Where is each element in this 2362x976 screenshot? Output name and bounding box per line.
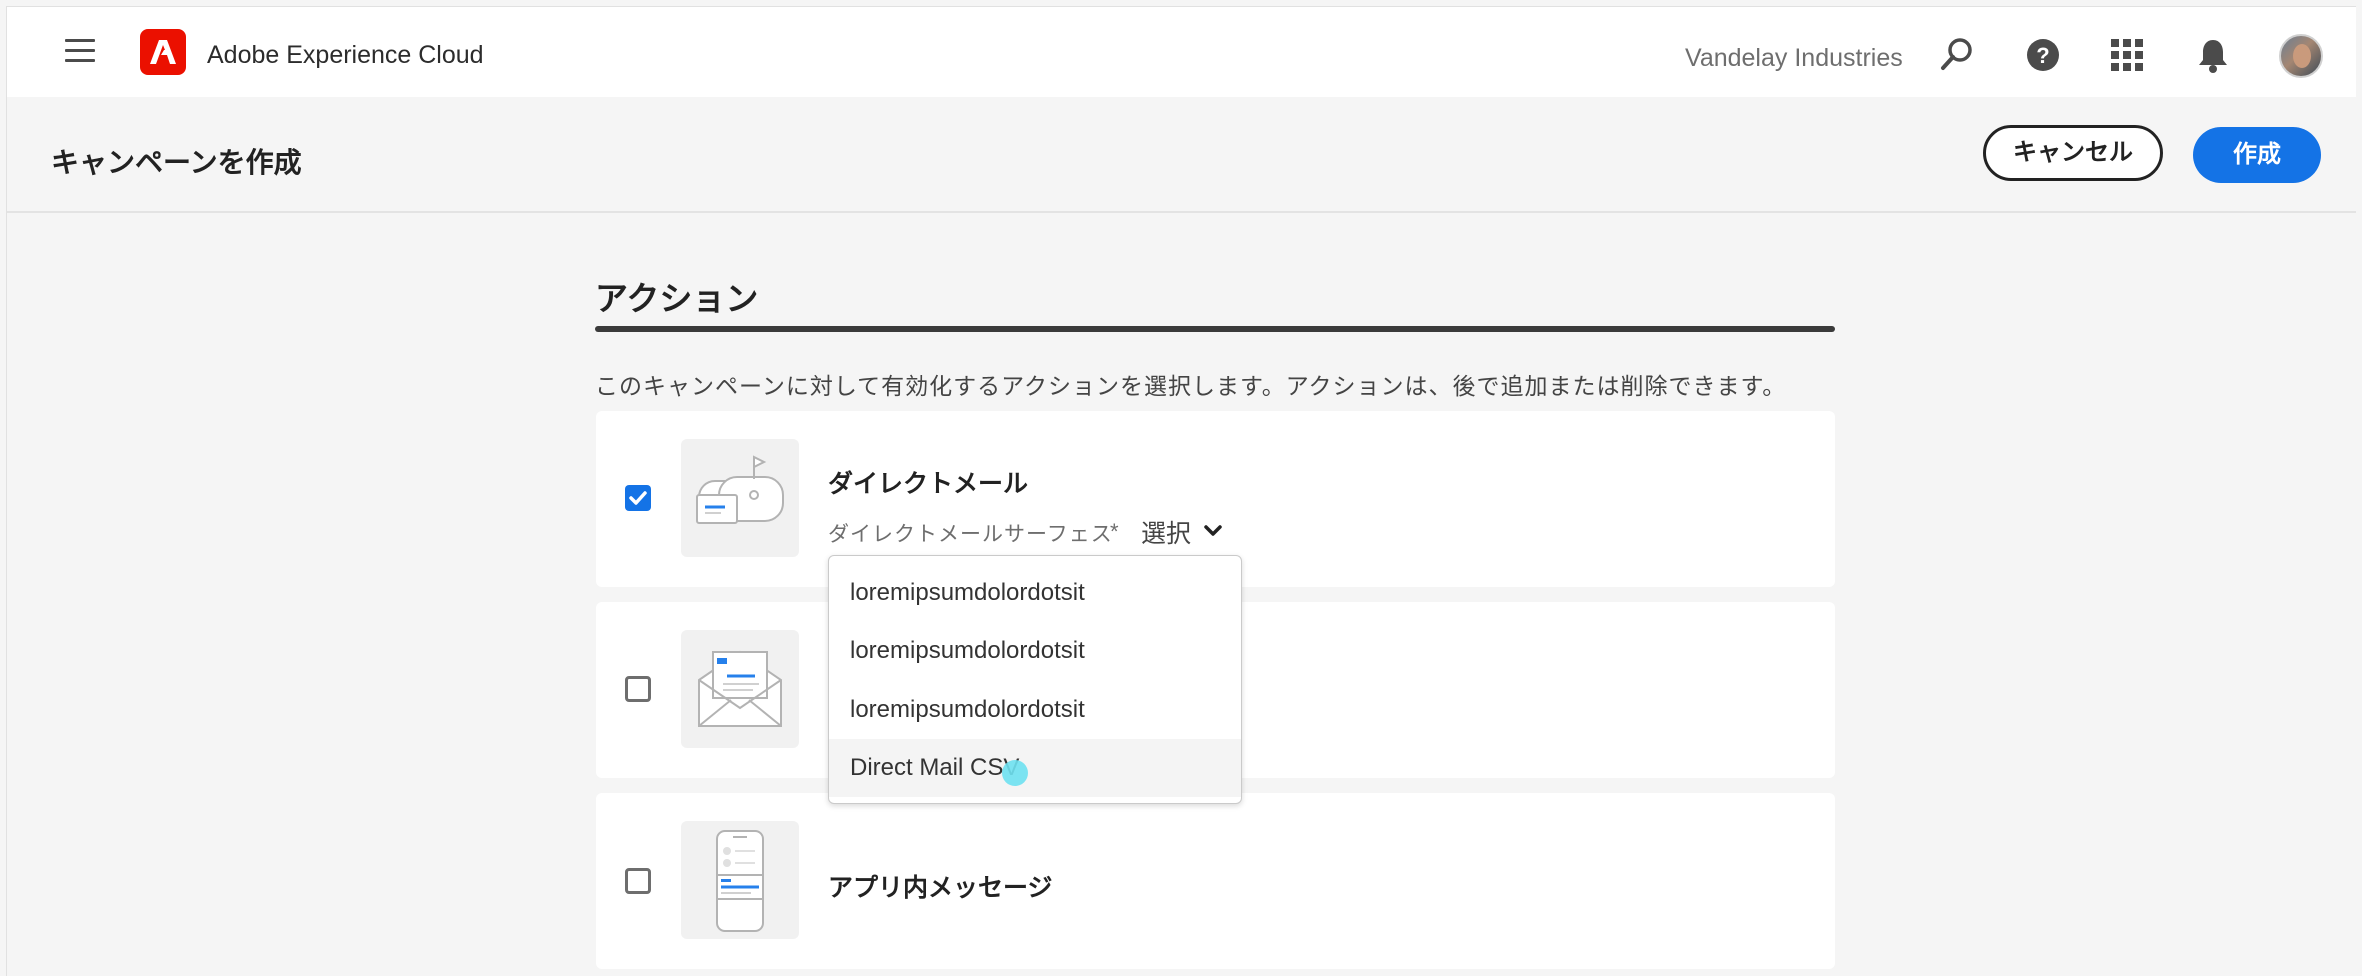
required-marker: *: [1110, 519, 1119, 544]
dropdown-option[interactable]: loremipsumdolordotsit: [829, 564, 1241, 622]
avatar[interactable]: [2279, 34, 2323, 78]
notification-bell-icon[interactable]: [2193, 35, 2233, 75]
cancel-button[interactable]: キャンセル: [1983, 125, 2163, 181]
search-icon[interactable]: [1937, 35, 1977, 75]
action-card-in-app: アプリ内メッセージ: [596, 793, 1835, 969]
in-app-title: アプリ内メッセージ: [828, 874, 1053, 902]
help-icon[interactable]: ?: [2023, 35, 2063, 75]
email-envelope-icon: [681, 630, 799, 748]
mobile-in-app-icon: [681, 821, 799, 939]
dropdown-option[interactable]: loremipsumdolordotsit: [829, 622, 1241, 680]
avatar-face: [2293, 44, 2311, 68]
top-navigation-bar: Adobe Experience Cloud Vandelay Industri…: [7, 7, 2356, 98]
email-checkbox[interactable]: [625, 676, 651, 702]
chevron-down-icon[interactable]: [1203, 521, 1223, 546]
svg-text:?: ?: [2036, 43, 2049, 68]
mailbox-icon: [681, 439, 799, 557]
dropdown-option[interactable]: loremipsumdolordotsit: [829, 681, 1241, 739]
direct-mail-checkbox[interactable]: [625, 485, 651, 511]
section-title: アクション: [595, 280, 759, 317]
surface-dropdown-menu: loremipsumdolordotsit loremipsumdolordot…: [828, 555, 1242, 804]
direct-mail-surface-select[interactable]: 選択: [1141, 514, 1191, 550]
create-button[interactable]: 作成: [2193, 127, 2321, 183]
direct-mail-surface-label: ダイレクトメールサーフェス: [828, 523, 1113, 546]
page-title: キャンペーンを作成: [51, 147, 302, 178]
dropdown-option-direct-mail-csv[interactable]: Direct Mail CSV: [829, 739, 1241, 797]
direct-mail-title: ダイレクトメール: [828, 470, 1029, 498]
section-divider: [595, 326, 1835, 332]
menu-icon[interactable]: [65, 39, 95, 63]
in-app-checkbox[interactable]: [625, 868, 651, 894]
org-switcher[interactable]: Vandelay Industries: [1685, 44, 1903, 73]
product-name[interactable]: Adobe Experience Cloud: [207, 41, 484, 70]
pointer-cursor: [1002, 760, 1028, 786]
section-description: このキャンペーンに対して有効化するアクションを選択します。アクションは、後で追加…: [595, 373, 1787, 399]
page-header: キャンペーンを作成 キャンセル 作成: [7, 97, 2356, 213]
adobe-logo[interactable]: [140, 29, 186, 75]
apps-grid-icon[interactable]: [2107, 35, 2147, 75]
